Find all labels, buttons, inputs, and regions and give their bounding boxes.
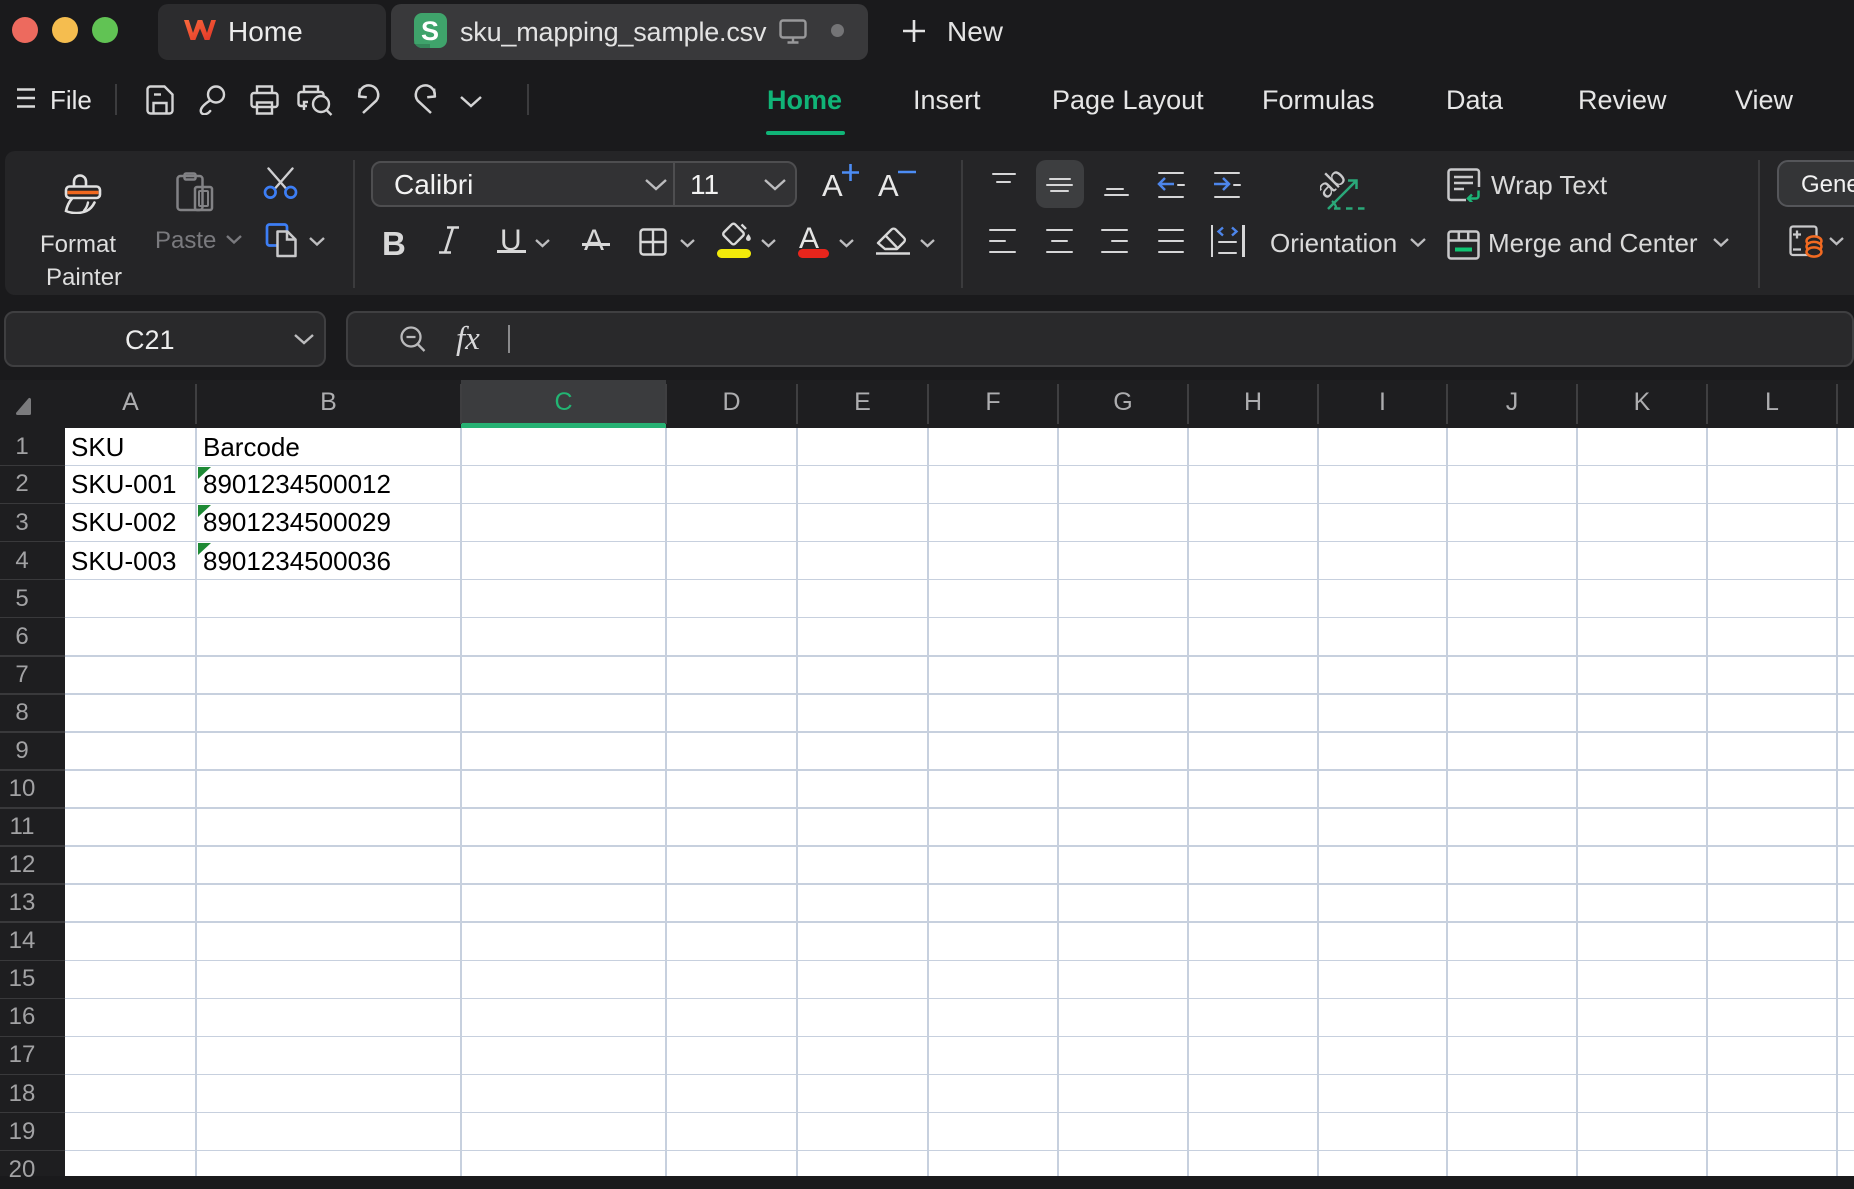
svg-text:ab: ab	[1320, 163, 1352, 204]
svg-text:S: S	[421, 16, 439, 46]
